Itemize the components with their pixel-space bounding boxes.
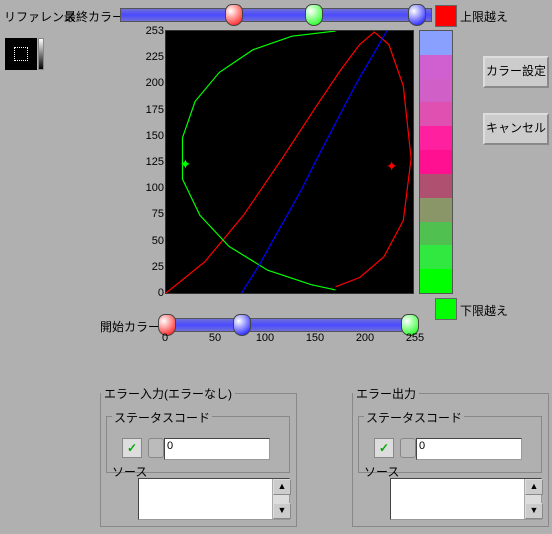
scrollbar[interactable]: ▲▼ — [524, 479, 541, 519]
error-out-source-text[interactable]: ▲▼ — [390, 478, 542, 520]
x-tick: 0 — [151, 332, 179, 344]
colorbar-segment[interactable] — [420, 245, 452, 269]
lower-over-label: 下限越え — [460, 302, 508, 319]
x-tick: 50 — [201, 332, 229, 344]
y-tick: 175 — [130, 104, 164, 116]
colorbar-segment[interactable] — [420, 222, 452, 246]
y-tick: 150 — [130, 130, 164, 142]
error-out-code-field[interactable]: 0 — [416, 438, 522, 460]
colorbar-segment[interactable] — [420, 150, 452, 174]
slider-thumb[interactable] — [305, 4, 323, 26]
colorbar-segment[interactable] — [420, 269, 452, 293]
color-set-button[interactable]: カラー設定 — [483, 56, 549, 88]
colorbar-segment[interactable] — [420, 55, 452, 79]
y-tick: 225 — [130, 51, 164, 63]
error-in-legend: エラー入力(エラーなし) — [101, 385, 235, 402]
x-tick: 150 — [301, 332, 329, 344]
reference-thumb[interactable] — [5, 38, 37, 70]
lower-over-swatch[interactable] — [435, 298, 457, 320]
colorbar-segment[interactable] — [420, 102, 452, 126]
error-in-code-field[interactable]: 0 — [164, 438, 270, 460]
error-out-ok-icon: ✓ — [374, 438, 394, 458]
curve-plot[interactable]: ✦✦ — [165, 30, 414, 294]
cancel-button[interactable]: キャンセル — [483, 113, 549, 145]
y-tick: 0 — [130, 287, 164, 299]
slider-thumb[interactable] — [225, 4, 243, 26]
series-red — [166, 32, 411, 293]
scrollbar[interactable]: ▲▼ — [272, 479, 289, 519]
error-out-status-label: ステータスコード — [364, 409, 464, 426]
x-tick: 100 — [251, 332, 279, 344]
x-axis: 050100150200255 — [165, 332, 415, 348]
x-tick: 200 — [351, 332, 379, 344]
y-tick: 50 — [130, 235, 164, 247]
y-tick: 125 — [130, 156, 164, 168]
colorbar-segment[interactable] — [420, 79, 452, 103]
final-color-label: 最終カラー — [64, 8, 124, 25]
error-in-stepper[interactable] — [148, 438, 164, 458]
final-color-slider[interactable] — [120, 8, 432, 22]
upper-over-swatch[interactable] — [435, 5, 457, 27]
error-out-stepper[interactable] — [400, 438, 416, 458]
y-tick: 253 — [130, 25, 164, 37]
start-color-slider[interactable] — [165, 318, 417, 332]
y-tick: 75 — [130, 208, 164, 220]
series-blue — [242, 31, 387, 293]
colorbar[interactable] — [419, 30, 453, 294]
error-out-legend: エラー出力 — [353, 385, 419, 402]
colorbar-segment[interactable] — [420, 198, 452, 222]
reference-gradient — [38, 38, 44, 70]
colorbar-segment[interactable] — [420, 126, 452, 150]
error-in-ok-icon: ✓ — [122, 438, 142, 458]
error-in-status-label: ステータスコード — [112, 409, 212, 426]
y-tick: 200 — [130, 77, 164, 89]
series-green — [183, 31, 336, 290]
y-tick: 25 — [130, 261, 164, 273]
y-axis: 2532252001751501251007550250 — [130, 30, 164, 293]
slider-thumb[interactable] — [408, 4, 426, 26]
x-tick: 255 — [401, 332, 429, 344]
error-in-source-text[interactable]: ▲▼ — [138, 478, 290, 520]
upper-over-label: 上限越え — [460, 8, 508, 25]
colorbar-segment[interactable] — [420, 174, 452, 198]
colorbar-segment[interactable] — [420, 31, 452, 55]
y-tick: 100 — [130, 182, 164, 194]
